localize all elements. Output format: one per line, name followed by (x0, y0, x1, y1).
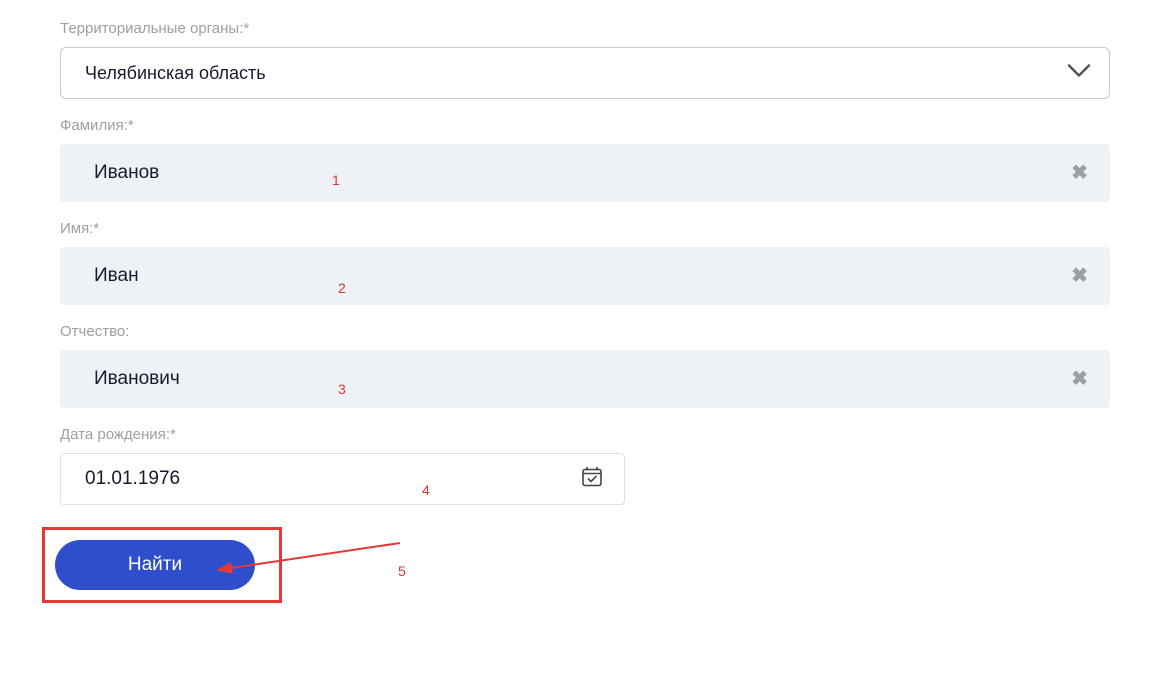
territory-label: Территориальные органы:* (60, 20, 1110, 37)
clear-icon[interactable]: ✖ (1071, 163, 1088, 183)
dob-input-wrapper (60, 453, 625, 505)
dob-input[interactable] (85, 468, 564, 490)
lastname-label: Фамилия:* (60, 117, 1110, 134)
lastname-input[interactable] (94, 162, 1050, 184)
firstname-input[interactable] (94, 265, 1050, 287)
firstname-input-wrapper: ✖ (60, 247, 1110, 305)
lastname-group: Фамилия:* ✖ 1 (60, 117, 1110, 202)
firstname-group: Имя:* ✖ 2 (60, 220, 1110, 305)
patronymic-label: Отчество: (60, 323, 1110, 340)
patronymic-input-wrapper: ✖ (60, 350, 1110, 408)
submit-button[interactable]: Найти (55, 540, 255, 590)
calendar-icon[interactable] (582, 467, 602, 492)
submit-row: Найти 5 (60, 523, 1110, 603)
annotation-5: 5 (398, 563, 406, 579)
dob-group: Дата рождения:* 4 (60, 426, 1110, 505)
territory-select[interactable]: Челябинская область (60, 47, 1110, 99)
patronymic-input[interactable] (94, 368, 1050, 390)
patronymic-group: Отчество: ✖ 3 (60, 323, 1110, 408)
clear-icon[interactable]: ✖ (1071, 369, 1088, 389)
clear-icon[interactable]: ✖ (1071, 266, 1088, 286)
chevron-down-icon (1067, 64, 1091, 83)
dob-label: Дата рождения:* (60, 426, 1110, 443)
territory-group: Территориальные органы:* Челябинская обл… (60, 20, 1110, 99)
firstname-label: Имя:* (60, 220, 1110, 237)
lastname-input-wrapper: ✖ (60, 144, 1110, 202)
territory-value: Челябинская область (85, 63, 266, 84)
submit-highlight-box: Найти (42, 527, 282, 603)
